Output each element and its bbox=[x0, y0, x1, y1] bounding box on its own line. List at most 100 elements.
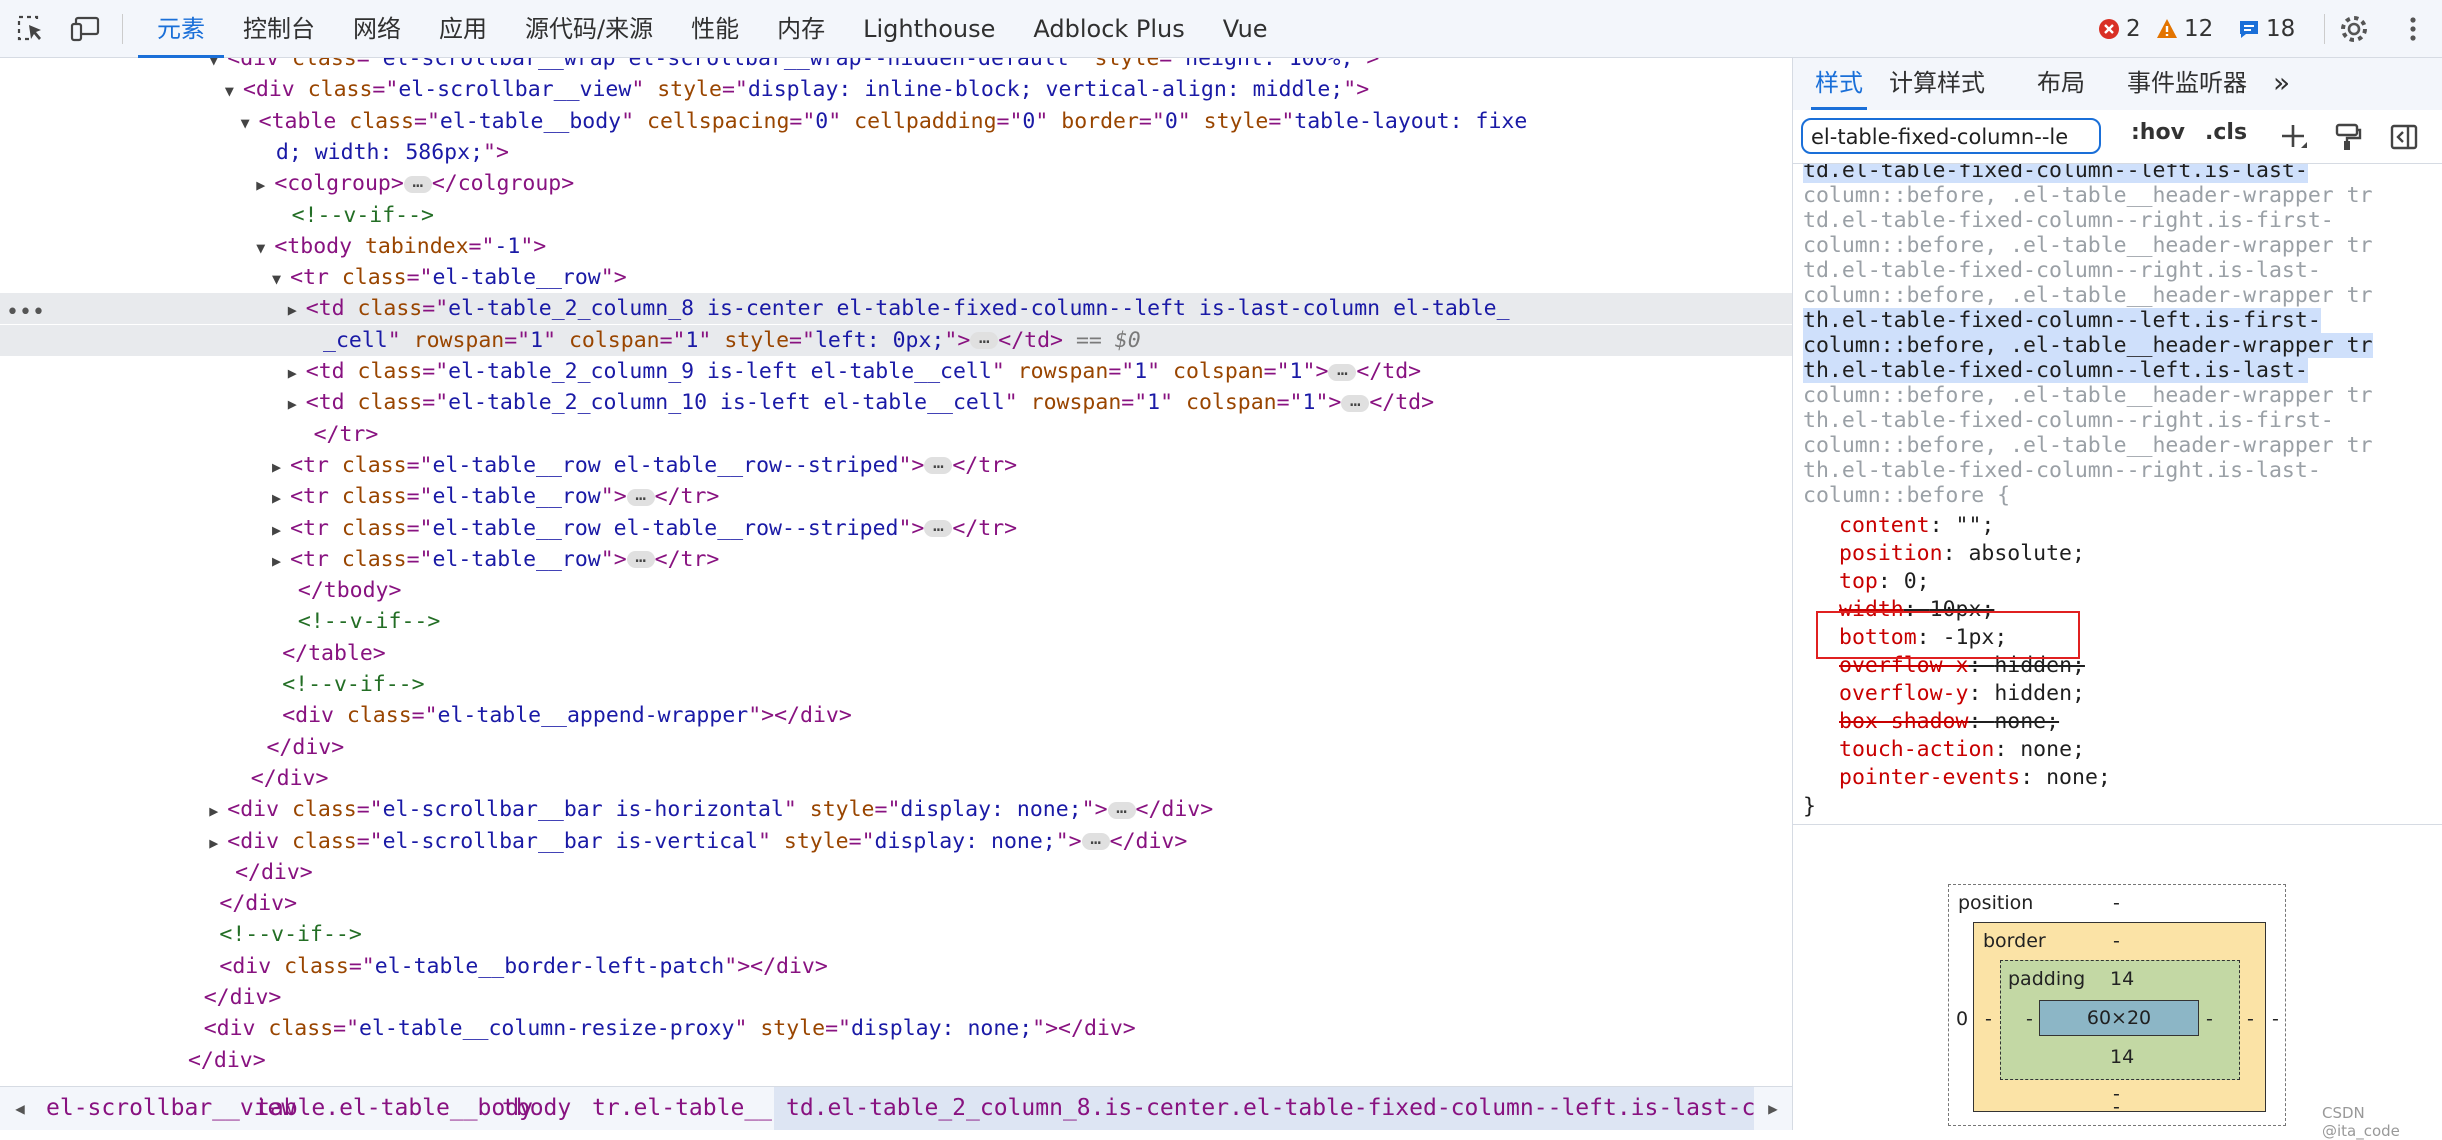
dom-node-line[interactable]: ▼ <div class="el-scrollbar__view" style=… bbox=[0, 74, 1792, 105]
collapse-triangle-icon[interactable]: ▼ bbox=[272, 270, 290, 288]
rule-selector-line[interactable]: column::before, .el-table__header-wrappe… bbox=[1803, 233, 2373, 258]
property-value[interactable]: none; bbox=[2046, 765, 2111, 790]
breadcrumb-scroll-left-icon[interactable]: ◀ bbox=[0, 1087, 40, 1130]
rule-selector-line[interactable]: column::before, .el-table__header-wrappe… bbox=[1803, 183, 2373, 208]
collapse-triangle-icon[interactable]: ▼ bbox=[256, 239, 274, 257]
property-name[interactable]: content bbox=[1839, 513, 1930, 538]
inspect-element-icon[interactable] bbox=[16, 14, 48, 44]
new-style-rule-icon[interactable] bbox=[2279, 122, 2309, 152]
property-name[interactable]: pointer-events bbox=[1839, 765, 2020, 790]
tab-memory[interactable]: 内存 bbox=[758, 0, 844, 58]
rule-selector-line[interactable]: td.el-table-fixed-column--left.is-last- bbox=[1803, 164, 2308, 183]
expand-triangle-icon[interactable]: ▶ bbox=[256, 176, 274, 194]
rule-selector-line[interactable]: column::before, .el-table__header-wrappe… bbox=[1803, 433, 2373, 458]
paint-brush-icon[interactable] bbox=[2333, 122, 2363, 152]
tab-elements[interactable]: 元素 bbox=[138, 0, 224, 58]
collapse-triangle-icon[interactable]: ▼ bbox=[209, 58, 227, 69]
css-property-overflow-y[interactable]: overflow-y: hidden; bbox=[1839, 680, 2085, 708]
rule-selector-line[interactable]: th.el-table-fixed-column--right.is-last- bbox=[1803, 458, 2321, 483]
property-name[interactable]: overflow-y bbox=[1839, 681, 1968, 706]
dom-node-line[interactable]: ▶ <tr class="el-table__row el-table__row… bbox=[0, 513, 1792, 544]
dom-node-line[interactable]: <div class="el-table__column-resize-prox… bbox=[0, 1013, 1792, 1044]
more-tabs-icon[interactable]: » bbox=[2273, 58, 2290, 110]
breadcrumb-item[interactable]: table.el-table__body bbox=[256, 1087, 533, 1130]
dom-node-line[interactable]: ▼ <tbody tabindex="-1"> bbox=[0, 231, 1792, 262]
expand-ellipsis-button[interactable]: … bbox=[1328, 360, 1357, 381]
warning-count[interactable]: 12 bbox=[2156, 0, 2213, 58]
dom-node-line[interactable]: ▶ <tr class="el-table__row">… </tr> bbox=[0, 544, 1792, 575]
dom-node-line[interactable]: d; width: 586px;"> bbox=[0, 137, 1792, 168]
rule-selector-line[interactable]: th.el-table-fixed-column--left.is-first- bbox=[1803, 308, 2321, 333]
expand-triangle-icon[interactable]: ▶ bbox=[272, 552, 290, 570]
expand-triangle-icon[interactable]: ▶ bbox=[288, 301, 306, 319]
dom-node-line[interactable]: </table> bbox=[0, 638, 1792, 669]
expand-ellipsis-button[interactable]: … bbox=[924, 517, 953, 537]
rule-selector-line[interactable]: column::before, .el-table__header-wrappe… bbox=[1803, 283, 2373, 308]
hover-state-toggle[interactable]: :hov bbox=[2131, 120, 2185, 145]
dom-node-line[interactable]: ▼ <table class="el-table__body" cellspac… bbox=[0, 106, 1792, 137]
class-toggle[interactable]: .cls bbox=[2205, 120, 2247, 145]
css-property-content[interactable]: content: ""; bbox=[1839, 512, 1994, 540]
dom-node-line[interactable]: ▶ <tr class="el-table__row el-table__row… bbox=[0, 450, 1792, 481]
dom-node-line[interactable]: <!--v-if--> bbox=[0, 200, 1792, 231]
expand-ellipsis-button[interactable]: … bbox=[1081, 830, 1110, 850]
property-name[interactable]: position bbox=[1839, 541, 1943, 566]
css-property-touch-action[interactable]: touch-action: none; bbox=[1839, 736, 2085, 764]
expand-ellipsis-button[interactable]: … bbox=[924, 454, 953, 475]
dom-node-line[interactable]: ▼ <tr class="el-table__row"> bbox=[0, 262, 1792, 293]
rule-selector-line[interactable]: td.el-table-fixed-column--right.is-last- bbox=[1803, 258, 2321, 283]
expand-triangle-icon[interactable]: ▶ bbox=[288, 395, 306, 413]
dom-node-line[interactable]: ▶ <tr class="el-table__row">… </tr> bbox=[0, 481, 1792, 512]
property-value[interactable]: none; bbox=[1994, 709, 2059, 734]
property-name[interactable]: top bbox=[1839, 569, 1878, 594]
settings-gear-icon[interactable] bbox=[2337, 12, 2371, 46]
dom-node-line[interactable]: ▶ <colgroup>… </colgroup> bbox=[0, 168, 1792, 199]
error-count[interactable]: 2 bbox=[2098, 0, 2141, 58]
collapse-triangle-icon[interactable]: ▼ bbox=[241, 114, 259, 132]
dom-node-line[interactable]: </div> bbox=[0, 982, 1792, 1013]
expand-ellipsis-button[interactable]: … bbox=[403, 172, 432, 193]
breadcrumb-item-selected[interactable]: td.el-table_2_column_8.is-center.el-tabl… bbox=[774, 1087, 1754, 1130]
css-property-top[interactable]: top: 0; bbox=[1839, 568, 1930, 596]
expand-triangle-icon[interactable]: ▶ bbox=[272, 458, 290, 476]
dom-node-line[interactable]: </div> bbox=[0, 1045, 1792, 1076]
tab-application[interactable]: 应用 bbox=[420, 0, 506, 58]
dom-node-line[interactable]: ▶ <td class="el-table_2_column_10 is-lef… bbox=[0, 387, 1792, 418]
elements-tree[interactable]: ▼ <div class="el-scrollbar__wrap el-scro… bbox=[0, 58, 1792, 1086]
dom-node-line[interactable]: ▶ <div class="el-scrollbar__bar is-horiz… bbox=[0, 794, 1792, 825]
expand-ellipsis-button[interactable]: … bbox=[626, 548, 655, 569]
breadcrumb-scroll-right-icon[interactable]: ▶ bbox=[1754, 1087, 1792, 1130]
device-toolbar-icon[interactable] bbox=[70, 14, 102, 44]
dom-node-line[interactable]: <!--v-if--> bbox=[0, 919, 1792, 950]
dom-node-line[interactable]: </tbody> bbox=[0, 575, 1792, 606]
tab-layout[interactable]: 布局 bbox=[2037, 58, 2085, 110]
expand-triangle-icon[interactable]: ▶ bbox=[272, 489, 290, 507]
expand-triangle-icon[interactable]: ▶ bbox=[209, 834, 227, 852]
rule-selector-line[interactable]: column::before, .el-table__header-wrappe… bbox=[1803, 333, 2373, 358]
expand-ellipsis-button[interactable]: … bbox=[1107, 798, 1136, 819]
tab-styles[interactable]: 样式 bbox=[1811, 58, 1867, 110]
rule-selector-line[interactable]: column::before, .el-table__header-wrappe… bbox=[1803, 383, 2373, 408]
tab-console[interactable]: 控制台 bbox=[224, 0, 334, 58]
style-rule[interactable]: td.el-table-fixed-column--left.is-last-c… bbox=[1793, 164, 2442, 824]
rule-selector-line[interactable]: td.el-table-fixed-column--right.is-first… bbox=[1803, 208, 2334, 233]
css-property-position[interactable]: position: absolute; bbox=[1839, 540, 2085, 568]
expand-triangle-icon[interactable]: ▶ bbox=[209, 802, 227, 820]
dom-node-line[interactable]: </tr> bbox=[0, 419, 1792, 450]
dom-node-line[interactable]: </div> bbox=[0, 763, 1792, 794]
css-property-pointer-events[interactable]: pointer-events: none; bbox=[1839, 764, 2111, 792]
dom-node-line[interactable]: </div> bbox=[0, 888, 1792, 919]
property-name[interactable]: touch-action bbox=[1839, 737, 1994, 762]
dom-node-line[interactable]: </div> bbox=[0, 732, 1792, 763]
breadcrumb-item[interactable]: tbody bbox=[502, 1087, 571, 1130]
expand-triangle-icon[interactable]: ▶ bbox=[272, 521, 290, 539]
dom-node-line[interactable]: <div class="el-table__append-wrapper"></… bbox=[0, 700, 1792, 731]
expand-ellipsis-button[interactable]: … bbox=[1341, 391, 1370, 412]
property-value[interactable]: none; bbox=[2020, 737, 2085, 762]
property-value[interactable]: ""; bbox=[1956, 513, 1995, 538]
message-count[interactable]: 18 bbox=[2238, 0, 2295, 58]
dom-node-line[interactable]: <!--v-if--> bbox=[0, 606, 1792, 637]
rule-selector-line[interactable]: column::before { bbox=[1803, 483, 2010, 508]
tab-sources[interactable]: 源代码/来源 bbox=[506, 0, 672, 58]
rule-selector-line[interactable]: th.el-table-fixed-column--left.is-last- bbox=[1803, 358, 2308, 383]
